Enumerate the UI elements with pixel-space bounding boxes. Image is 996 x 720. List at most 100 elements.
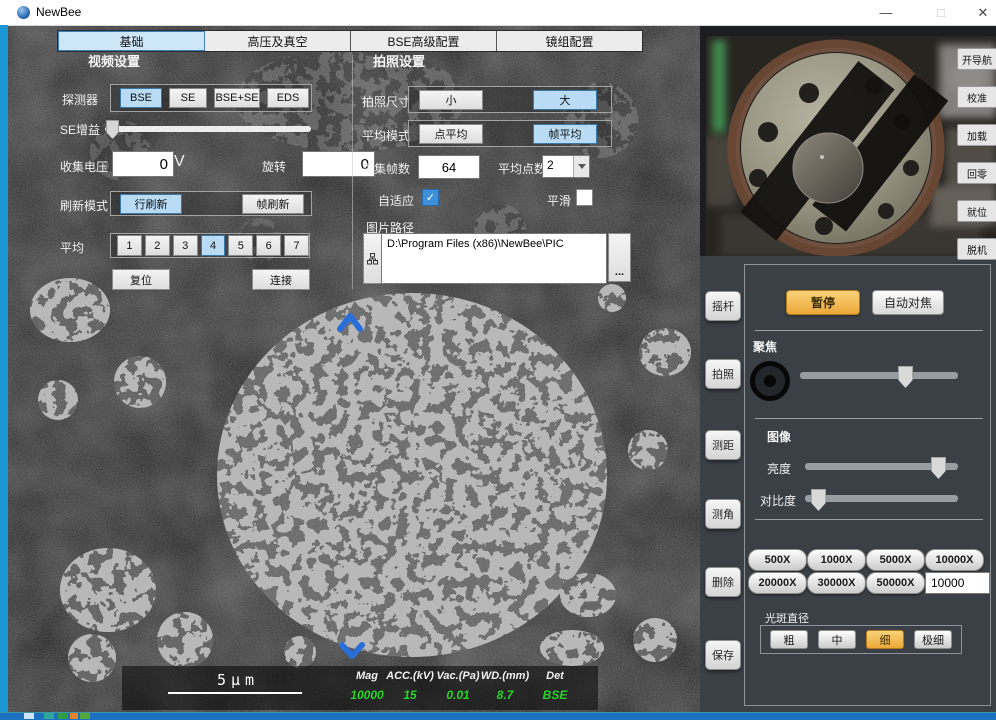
image-section-label: 图像 [767,428,791,445]
spot-ultrafine-button[interactable]: 极细 [914,630,952,649]
chevron-down-icon [578,164,586,169]
desktop-edge-strip [0,25,8,720]
brightness-label: 亮度 [767,460,791,477]
adaptive-checkbox[interactable]: ✓ [422,189,439,206]
average-2-button[interactable]: 2 [145,235,170,256]
focus-label: 聚焦 [753,338,777,355]
delete-button[interactable]: 删除 [705,567,741,597]
check-icon: ✓ [426,191,435,204]
detector-bse-button[interactable]: BSE [120,88,162,108]
measure-distance-button[interactable]: 测距 [705,430,741,460]
detector-eds-button[interactable]: EDS [267,88,309,108]
spot-diameter-group: 粗 中 细 极细 [760,625,962,654]
mag-50000x-button[interactable]: 50000X [866,572,925,594]
tab-lens-config[interactable]: 镜组配置 [497,31,642,51]
mag-1000x-button[interactable]: 1000X [807,549,866,571]
taskbar-app-icon-green-2[interactable] [80,713,90,719]
scale-bar-text: 5μm [217,671,259,689]
connect-button[interactable]: 连接 [252,269,310,290]
average-5-button[interactable]: 5 [228,235,253,256]
mag-10000x-button[interactable]: 10000X [925,549,984,571]
average-3-button[interactable]: 3 [173,235,198,256]
window-title-bar[interactable] [0,0,996,26]
stage-start-navigation-button[interactable]: 开导航 [957,48,996,70]
tab-hv-vacuum[interactable]: 高压及真空 [205,31,351,51]
taskbar-app-icon-teal[interactable] [44,713,54,719]
save-button[interactable]: 保存 [705,640,741,670]
mag-500x-button[interactable]: 500X [748,549,807,571]
mode-point-average-button[interactable]: 点平均 [419,124,483,144]
size-small-button[interactable]: 小 [419,90,483,110]
smooth-checkbox[interactable] [576,189,593,206]
frames-count-input[interactable]: 64 [418,155,480,179]
status-det: Det BSE [525,670,585,702]
stage-in-position-button[interactable]: 就位 [957,200,996,222]
refresh-line-button[interactable]: 行刷新 [120,194,182,214]
scan-up-chevron-icon [336,311,364,333]
average-7-button[interactable]: 7 [284,235,309,256]
stage-return-zero-button[interactable]: 回零 [957,162,996,184]
average-points-label: 平均点数 [498,160,546,177]
size-large-button[interactable]: 大 [533,90,597,110]
stage-load-button[interactable]: 加载 [957,124,996,146]
dropdown-arrow-button[interactable] [573,156,589,177]
capture-photo-button[interactable]: 拍照 [705,359,741,389]
minimize-button[interactable]: — [863,0,909,25]
app-icon [17,6,30,19]
focus-slider-track[interactable] [800,372,958,379]
image-path-value: D:\Program Files (x86)\NewBee\PIC [382,234,564,250]
detector-group: BSE SE BSE+SE EDS [110,84,312,112]
joystick-button[interactable]: 摇杆 [705,291,741,321]
config-tab-bar: 基础 高压及真空 BSE高级配置 镜组配置 [57,30,643,52]
taskbar-window-icon[interactable] [24,713,34,719]
spot-coarse-button[interactable]: 粗 [770,630,808,649]
se-gain-label: SE增益 [60,121,100,138]
average-1-button[interactable]: 1 [117,235,142,256]
chamber-camera-image [706,36,996,256]
video-settings-title: 视频设置 [88,51,140,70]
image-path-input[interactable]: D:\Program Files (x86)\NewBee\PIC [381,233,607,284]
tab-bse-advanced[interactable]: BSE高级配置 [351,31,497,51]
spot-fine-button[interactable]: 细 [866,630,904,649]
rotation-label: 旋转 [262,158,286,175]
voltage-unit-label: V [174,153,185,171]
status-det-label: Det [525,670,585,682]
browse-path-button[interactable]: ... [608,233,631,282]
mode-frame-average-button[interactable]: 帧平均 [533,124,597,144]
average-4-button[interactable]: 4 [201,235,226,256]
detector-label: 探测器 [62,91,98,108]
maximize-button[interactable]: □ [918,0,964,25]
tab-basic[interactable]: 基础 [58,31,205,51]
photo-size-label: 拍照尺寸 [362,93,410,110]
average-label: 平均 [60,239,84,256]
mag-30000x-button[interactable]: 30000X [807,572,866,594]
collect-voltage-input[interactable]: 0 [112,151,174,177]
average-6-button[interactable]: 6 [256,235,281,256]
stage-calibrate-button[interactable]: 校准 [957,86,996,108]
refresh-frame-button[interactable]: 帧刷新 [242,194,304,214]
taskbar-sliver[interactable] [0,712,996,720]
reset-button[interactable]: 复位 [112,269,170,290]
taskbar-app-icon-orange[interactable] [70,713,78,719]
photo-settings-title: 拍照设置 [373,51,425,70]
autofocus-button[interactable]: 自动对焦 [872,290,944,315]
stage-offline-button[interactable]: 脱机 [957,238,996,260]
scale-bar-line [168,692,302,694]
refresh-mode-label: 刷新模式 [60,197,108,214]
measure-angle-button[interactable]: 测角 [705,499,741,529]
spot-medium-button[interactable]: 中 [818,630,856,649]
detector-se-button[interactable]: SE [169,88,207,108]
contrast-slider-track[interactable] [805,495,958,502]
average-points-dropdown[interactable]: 2 [542,155,590,178]
magnification-input[interactable]: 10000 [925,572,990,594]
se-gain-slider-track[interactable] [105,126,311,132]
path-tree-button[interactable] [363,233,382,284]
taskbar-app-icon-green[interactable] [58,713,68,719]
mag-5000x-button[interactable]: 5000X [866,549,925,571]
smooth-label: 平滑 [547,192,571,209]
close-button[interactable]: ✕ [960,0,996,25]
focus-knob[interactable] [750,361,790,401]
detector-bse-se-button[interactable]: BSE+SE [214,88,260,108]
pause-button[interactable]: 暂停 [786,290,860,315]
mag-20000x-button[interactable]: 20000X [748,572,807,594]
